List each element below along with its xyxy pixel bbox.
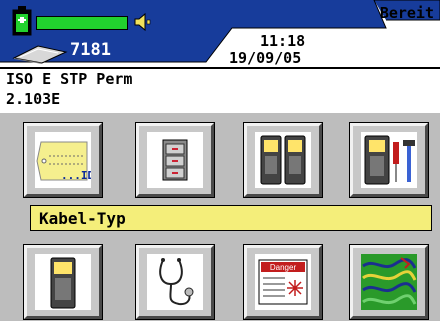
tester-tools-icon — [364, 135, 415, 185]
cable-map-icon — [361, 254, 417, 310]
cable-id-caption: ...ID — [61, 169, 91, 182]
two-testers-icon — [260, 135, 306, 185]
tester-pair-button[interactable] — [243, 122, 323, 198]
firmware-version: 2.103E — [6, 90, 61, 108]
status-text: Bereit — [379, 4, 434, 22]
cable-id-tag-icon: ...ID — [36, 141, 91, 182]
status-bar: Bereit 7181 11:18 19/09/05 — [0, 0, 440, 69]
tester-settings-button[interactable] — [349, 122, 429, 198]
tester-device-button[interactable] — [23, 244, 103, 320]
file-cabinet-icon — [162, 139, 188, 181]
clock-time: 11:18 — [260, 32, 306, 50]
selection-label-bar: Kabel-Typ — [30, 205, 432, 231]
memory-card-icon — [12, 45, 68, 64]
test-standard: ISO E STP Perm — [6, 70, 133, 88]
battery-level-bar — [36, 16, 128, 30]
selection-label: Kabel-Typ — [39, 209, 126, 228]
danger-sign-icon: Danger — [258, 259, 308, 305]
tester-device-icon — [50, 257, 76, 309]
diagnose-button[interactable] — [135, 244, 215, 320]
memory-count: 7181 — [70, 40, 111, 60]
clock-date: 19/09/05 — [229, 49, 302, 67]
stethoscope-icon — [159, 258, 194, 306]
cable-id-button[interactable]: ...ID — [23, 122, 103, 198]
speaker-icon[interactable] — [132, 12, 152, 32]
battery-icon — [12, 6, 32, 36]
cable-map-button[interactable] — [349, 244, 429, 320]
danger-sign-text: Danger — [270, 263, 297, 272]
main-menu: ...ID Kabel-Typ Danger — [0, 113, 440, 321]
saved-results-button[interactable] — [135, 122, 215, 198]
battery-level-fill — [37, 17, 127, 29]
warning-button[interactable]: Danger — [243, 244, 323, 320]
